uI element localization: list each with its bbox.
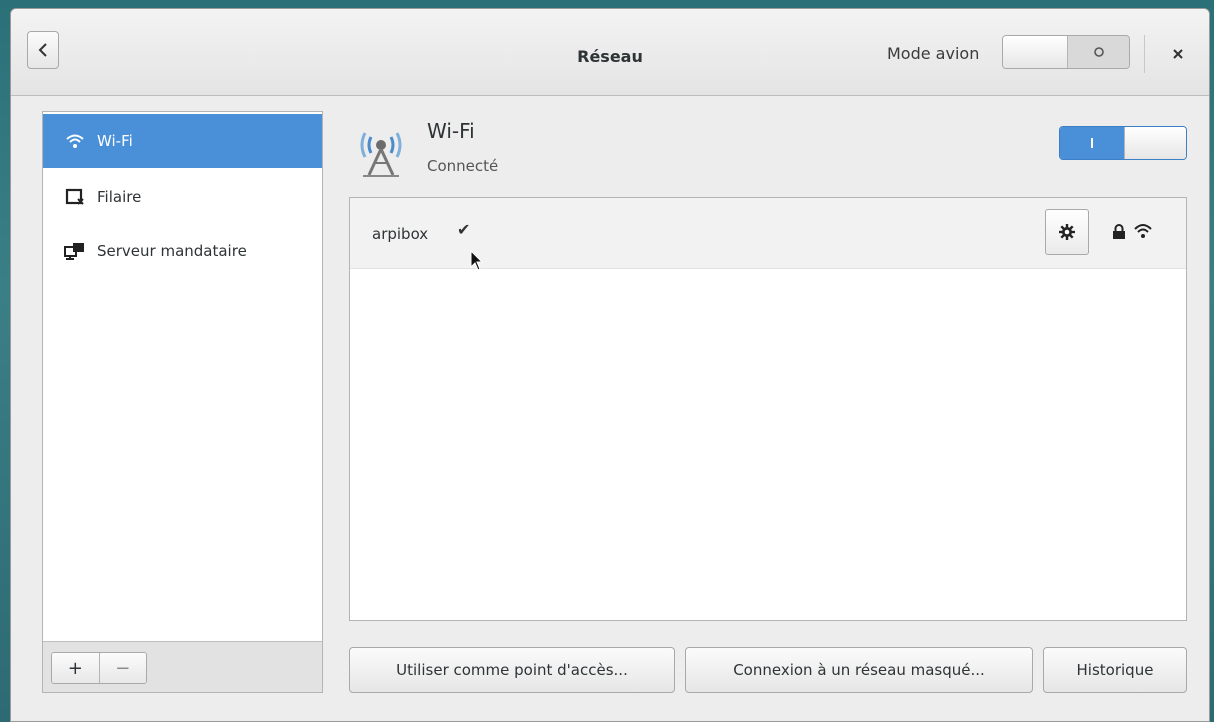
- airplane-mode-switch[interactable]: [1002, 35, 1130, 69]
- switch-on-area: [1060, 127, 1124, 159]
- airplane-mode-label: Mode avion: [887, 44, 980, 63]
- add-remove-group: + −: [51, 652, 147, 684]
- header-bar: Réseau Mode avion: [11, 9, 1209, 96]
- sidebar-item-label: Serveur mandataire: [97, 242, 247, 260]
- mouse-cursor-icon: [470, 249, 484, 276]
- wifi-signal-icon: [1134, 222, 1152, 244]
- connected-check-icon: ✔: [457, 220, 471, 239]
- header-separator: [1144, 35, 1145, 73]
- switch-knob: [1003, 36, 1068, 68]
- sidebar-item-wired[interactable]: Filaire: [43, 170, 322, 224]
- add-device-button[interactable]: +: [52, 653, 99, 683]
- device-sidebar: Wi-Fi Filaire Serveur mandataire + −: [42, 111, 323, 693]
- network-name: arpibox: [372, 225, 429, 243]
- gear-icon: [1059, 224, 1075, 240]
- proxy-icon: [63, 241, 87, 261]
- network-list: arpibox ✔: [349, 197, 1187, 621]
- sidebar-item-label: Wi-Fi: [97, 132, 133, 150]
- wireless-antenna-icon: [355, 123, 407, 179]
- history-button[interactable]: Historique: [1043, 647, 1187, 693]
- close-button[interactable]: [1163, 39, 1193, 69]
- wifi-power-switch[interactable]: [1059, 126, 1187, 160]
- lock-icon: [1112, 224, 1126, 244]
- network-row[interactable]: arpibox ✔: [350, 198, 1186, 271]
- switch-knob: [1124, 127, 1186, 159]
- off-symbol-icon: [1093, 47, 1104, 57]
- device-status: Connecté: [427, 157, 499, 175]
- close-icon: [1173, 49, 1183, 59]
- network-settings-button[interactable]: [1045, 209, 1089, 255]
- wired-icon: [63, 187, 87, 207]
- use-as-hotspot-button[interactable]: Utiliser comme point d'accès...: [349, 647, 675, 693]
- wifi-icon: [63, 131, 87, 151]
- sidebar-toolbar: + −: [43, 641, 322, 692]
- sidebar-item-wifi[interactable]: Wi-Fi: [43, 114, 322, 168]
- device-name: Wi-Fi: [427, 119, 475, 143]
- sidebar-item-proxy[interactable]: Serveur mandataire: [43, 224, 322, 278]
- on-symbol-icon: [1091, 138, 1093, 148]
- remove-device-button[interactable]: −: [98, 653, 146, 683]
- sidebar-item-label: Filaire: [97, 188, 142, 206]
- switch-off-area: [1068, 36, 1129, 68]
- network-settings-window: Réseau Mode avion Wi-Fi Filaire Serveur …: [10, 8, 1210, 722]
- connect-hidden-network-button[interactable]: Connexion à un réseau masqué...: [685, 647, 1033, 693]
